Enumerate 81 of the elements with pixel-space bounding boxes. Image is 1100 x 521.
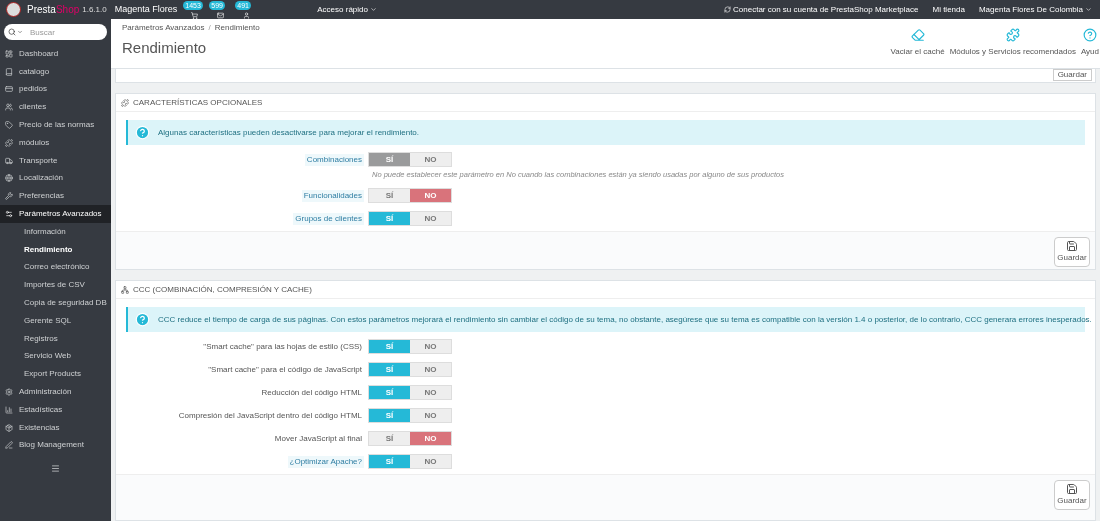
marketplace-link[interactable]: Conectar con su cuenta de PrestaShop Marketplace [733,3,919,16]
field-label: Combinaciones [304,153,364,166]
field-label: Compresión del JavaScript dentro del código HTML [177,409,363,422]
submenu-item[interactable]: Correo electrónico [0,258,111,277]
sidebar-item[interactable]: Administración [0,383,111,401]
puzzle-icon [121,98,129,107]
help-icon [135,125,150,140]
field-label: Grupos de clientes [293,212,364,225]
toolbar-button[interactable]: Módulos y Servicios recomendados [949,28,1076,58]
caret-icon [369,6,377,13]
eraser-icon [910,28,925,42]
field-label: "Smart cache" para las hojas de estilo (CSS) [202,340,363,353]
field-label: "Smart cache" para el código de JavaScript [207,363,363,376]
sidebar-item[interactable]: Preferencias [0,187,111,206]
yes-no-switch[interactable]: SÍ NO [368,431,452,447]
submenu-item[interactable]: Copia de seguridad DB [0,294,111,312]
search-field[interactable]: Buscar [4,24,107,40]
notification-icon[interactable] [190,11,198,19]
caret-icon [17,29,23,35]
save-icon [1066,240,1078,253]
save-button[interactable]: Guardar [1052,69,1092,81]
sidebar-item[interactable]: pedidos [0,80,111,99]
toolbar-button[interactable]: Vaciar el caché [890,28,945,58]
submenu-item[interactable]: Rendimiento [0,240,111,259]
my-shop-link[interactable]: Mi tienda [932,3,965,16]
sidebar-item[interactable]: Existencias [0,418,111,437]
notification-icon[interactable] [242,11,250,19]
page-title: Rendimiento [122,38,208,58]
breadcrumb-item[interactable]: Parámetros Avanzados [122,22,205,34]
sidebar-item[interactable]: Parámetros Avanzados [0,205,111,223]
search-icon [8,28,16,36]
help-icon [1082,28,1097,42]
sidebar-item[interactable]: módulos [0,134,111,152]
yes-no-switch[interactable]: SÍ NO [368,211,452,227]
panel-title: CARACTERÍSTICAS OPCIONALES [133,96,263,109]
sidebar-item[interactable]: Blog Management [0,436,111,455]
save-button[interactable]: Guardar [1054,480,1090,511]
caret-icon [1085,6,1092,13]
field-label: Mover JavaScript al final [273,432,363,445]
info-text: CCC reduce el tiempo de carga de sus páginas. Con estos parámetros mejorará el rendimiento sin cambiar el código de su tema, no obstante, asegúrese que su tema es compatible con la versión 1.4 o posterior, de lo contrario, CCC generara errores inesperados. [158,313,1092,326]
help-icon [135,312,150,328]
sidebar-item[interactable]: Dashboard [0,45,111,63]
yes-no-switch[interactable]: SÍ NO [368,188,452,204]
breadcrumb-separator: / [208,22,211,34]
submenu-item[interactable]: Importes de CSV [0,276,111,295]
save-icon [1066,483,1078,496]
field-label: ¿Optimizar Apache? [287,455,364,468]
notification-icon[interactable] [216,11,224,19]
yes-no-switch[interactable]: SÍ NO [368,339,452,355]
submenu-item[interactable]: Información [0,222,111,241]
sidebar-item[interactable]: Precio de las normas [0,116,111,134]
yes-no-switch[interactable]: SÍ NO [368,385,452,401]
sidebar-item[interactable]: catalogo [0,62,111,81]
field-label: Reducción del código HTML [260,386,363,399]
shop-name: Magenta Flores [114,2,178,16]
sidebar-item[interactable]: Transporte [0,151,111,170]
sidebar-item[interactable]: clientes [0,98,111,117]
version-label: 1.6.1.0 [82,3,107,16]
sidebar-item[interactable]: Estadísticas [0,400,111,419]
yes-no-switch[interactable]: SÍ NO [368,454,452,470]
info-text: Algunas características pueden desactivarse para mejorar el rendimiento. [158,126,420,139]
yes-no-switch[interactable]: SÍ NO [368,362,452,378]
submenu-item[interactable]: Registros [0,329,111,348]
toolbar-button[interactable]: Ayud [1080,28,1099,58]
submenu-item[interactable]: Gerente SQL [0,311,111,330]
user-menu[interactable]: Magenta Flores De Colombia [978,3,1092,16]
submenu-item[interactable]: Export Products [0,365,111,384]
brand-name: PrestaShop [27,3,80,17]
puzzle-icon [1005,28,1020,42]
field-label: Funcionalidades [301,189,364,202]
logo-icon [6,2,21,17]
save-button[interactable]: Guardar [1054,237,1090,268]
collapse-icon[interactable] [51,464,60,474]
submenu-item[interactable]: Servicio Web [0,347,111,366]
panel-title: CCC (COMBINACIÓN, COMPRESIÓN Y CACHE) [133,283,312,296]
sync-icon [724,6,732,13]
sidebar-item[interactable]: Localización [0,169,111,188]
yes-no-switch[interactable]: SÍ NO [368,408,452,424]
network-icon [121,285,129,294]
quick-access-menu[interactable]: Acceso rápido [317,3,377,16]
breadcrumb-item: Rendimiento [214,22,260,34]
